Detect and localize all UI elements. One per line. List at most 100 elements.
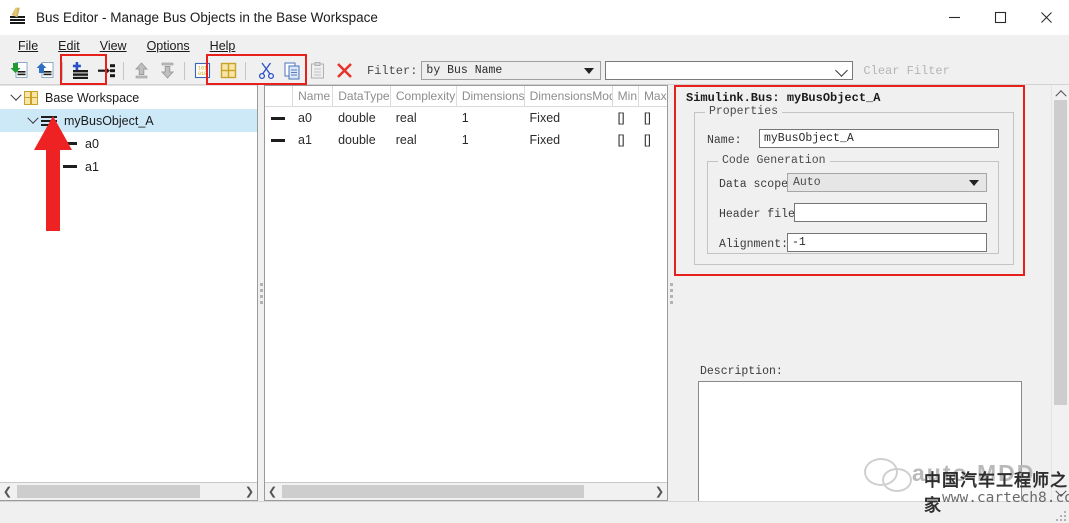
tree-node-label: a0 [85, 136, 99, 151]
scroll-track[interactable] [15, 485, 242, 498]
add-bus-element-icon[interactable] [95, 60, 117, 82]
header-file-field[interactable] [794, 203, 987, 222]
menu-view-label: View [99, 39, 127, 53]
cell-datatype[interactable]: double [333, 111, 391, 125]
bus-tree[interactable]: Base Workspace myBusObject_A a0 a1 [0, 85, 257, 482]
scroll-right-icon[interactable]: ❯ [652, 484, 667, 499]
scroll-track[interactable] [280, 485, 652, 498]
data-scope-value: Auto [793, 176, 821, 189]
cell-dimensions[interactable]: 1 [457, 111, 525, 125]
resize-grip-icon[interactable] [1054, 509, 1066, 521]
menu-item-edit[interactable]: Edit [48, 37, 90, 55]
cell-complexity[interactable]: real [391, 133, 457, 147]
menu-file-label: File [18, 39, 39, 53]
window-title: Bus Editor - Manage Bus Objects in the B… [36, 9, 378, 25]
export-to-file-icon[interactable] [34, 60, 56, 82]
cell-dimensionsmode[interactable]: Fixed [525, 111, 613, 125]
maximize-button[interactable] [977, 0, 1023, 34]
tree-node-a0[interactable]: a0 [0, 132, 257, 155]
data-scope-select[interactable]: Auto [787, 173, 987, 192]
filter-label: Filter: [367, 63, 418, 78]
table-body[interactable]: a0 double real 1 Fixed [] [] a1 double r… [265, 107, 667, 482]
table-horizontal-scrollbar[interactable]: ❮ ❯ [265, 482, 667, 500]
tree-node-label: myBusObject_A [64, 113, 154, 128]
chevron-down-icon [584, 67, 595, 74]
scroll-thumb[interactable] [282, 485, 584, 498]
properties-group-title: Properties [705, 105, 783, 118]
scroll-thumb[interactable] [17, 485, 200, 498]
base-workspace-icon[interactable] [217, 60, 239, 82]
table-header-complexity[interactable]: Complexity [391, 86, 457, 106]
cell-name[interactable]: a1 [293, 133, 333, 147]
filter-mode-select[interactable]: by Bus Name [421, 61, 602, 80]
toolbar-separator [184, 61, 185, 80]
table-header-min[interactable]: Min [613, 86, 639, 106]
delete-icon[interactable] [333, 60, 355, 82]
add-bus-icon[interactable] [69, 60, 91, 82]
chevron-down-icon[interactable] [8, 89, 24, 102]
menu-item-help[interactable]: Help [200, 37, 246, 55]
chevron-down-icon [969, 179, 979, 186]
bus-element-icon [63, 165, 77, 168]
tree-node-a1[interactable]: a1 [0, 155, 257, 178]
scroll-left-icon[interactable]: ❮ [265, 484, 280, 499]
move-down-icon[interactable] [156, 60, 178, 82]
bit-field-icon[interactable]: 101 010 [191, 60, 213, 82]
menu-item-options[interactable]: Options [137, 37, 200, 55]
tree-node-base-workspace[interactable]: Base Workspace [0, 86, 257, 109]
import-from-file-icon[interactable] [8, 60, 30, 82]
close-button[interactable] [1023, 0, 1069, 34]
properties-vertical-scrollbar[interactable] [1051, 85, 1069, 501]
table-header-indicator[interactable] [265, 86, 294, 106]
description-label: Description: [700, 365, 783, 378]
cell-max[interactable]: [] [639, 133, 667, 147]
toolbar-separator [123, 61, 124, 80]
tree-node-mybusobject-a[interactable]: myBusObject_A [0, 109, 257, 132]
table-header-max[interactable]: Max [639, 86, 667, 106]
menu-item-file[interactable]: File [8, 37, 48, 55]
cell-min[interactable]: [] [613, 133, 639, 147]
cell-datatype[interactable]: double [333, 133, 391, 147]
menu-item-view[interactable]: View [90, 37, 137, 55]
scroll-track[interactable] [1054, 100, 1067, 486]
svg-text:010: 010 [197, 71, 206, 77]
header-file-label: Header file: [719, 208, 802, 221]
bus-editor-icon [8, 8, 28, 26]
copy-icon[interactable] [281, 60, 303, 82]
scroll-up-icon[interactable] [1053, 85, 1068, 101]
scroll-left-icon[interactable]: ❮ [0, 484, 15, 499]
cell-max[interactable]: [] [639, 111, 667, 125]
scroll-down-icon[interactable] [1053, 485, 1068, 501]
table-header-name[interactable]: Name [293, 86, 334, 106]
name-field-value: myBusObject_A [764, 132, 854, 145]
table-row[interactable]: a0 double real 1 Fixed [] [] [265, 107, 667, 129]
cut-icon[interactable] [255, 60, 277, 82]
cell-dimensionsmode[interactable]: Fixed [525, 133, 613, 147]
filter-mode-value: by Bus Name [426, 64, 503, 77]
scroll-right-icon[interactable]: ❯ [242, 484, 257, 499]
description-textarea[interactable] [698, 381, 1022, 501]
table-row[interactable]: a1 double real 1 Fixed [] [] [265, 129, 667, 151]
cell-min[interactable]: [] [613, 111, 639, 125]
properties-content: Simulink.Bus: myBusObject_A Properties N… [674, 85, 1051, 501]
properties-scroll-area: Simulink.Bus: myBusObject_A Properties N… [674, 85, 1069, 501]
minimize-button[interactable] [931, 0, 977, 34]
paste-icon[interactable] [307, 60, 329, 82]
filter-input[interactable] [605, 61, 854, 80]
cell-dimensions[interactable]: 1 [457, 133, 525, 147]
clear-filter-button[interactable]: Clear Filter [863, 64, 949, 78]
cell-complexity[interactable]: real [391, 111, 457, 125]
table-header-dimensions[interactable]: Dimensions [457, 86, 525, 106]
name-field[interactable]: myBusObject_A [759, 129, 999, 148]
tree-horizontal-scrollbar[interactable]: ❮ ❯ [0, 482, 257, 500]
table-header-dimensionsmode[interactable]: DimensionsMode [525, 86, 613, 106]
name-label: Name: [707, 134, 742, 147]
move-up-icon[interactable] [130, 60, 152, 82]
alignment-field[interactable]: -1 [787, 233, 987, 252]
chevron-down-icon[interactable] [25, 112, 41, 125]
bus-elements-table-panel: Name DataType Complexity Dimensions Dime… [264, 85, 668, 501]
bus-element-icon [63, 142, 77, 145]
table-header-datatype[interactable]: DataType [333, 86, 391, 106]
scroll-thumb[interactable] [1054, 100, 1067, 405]
cell-name[interactable]: a0 [293, 111, 333, 125]
